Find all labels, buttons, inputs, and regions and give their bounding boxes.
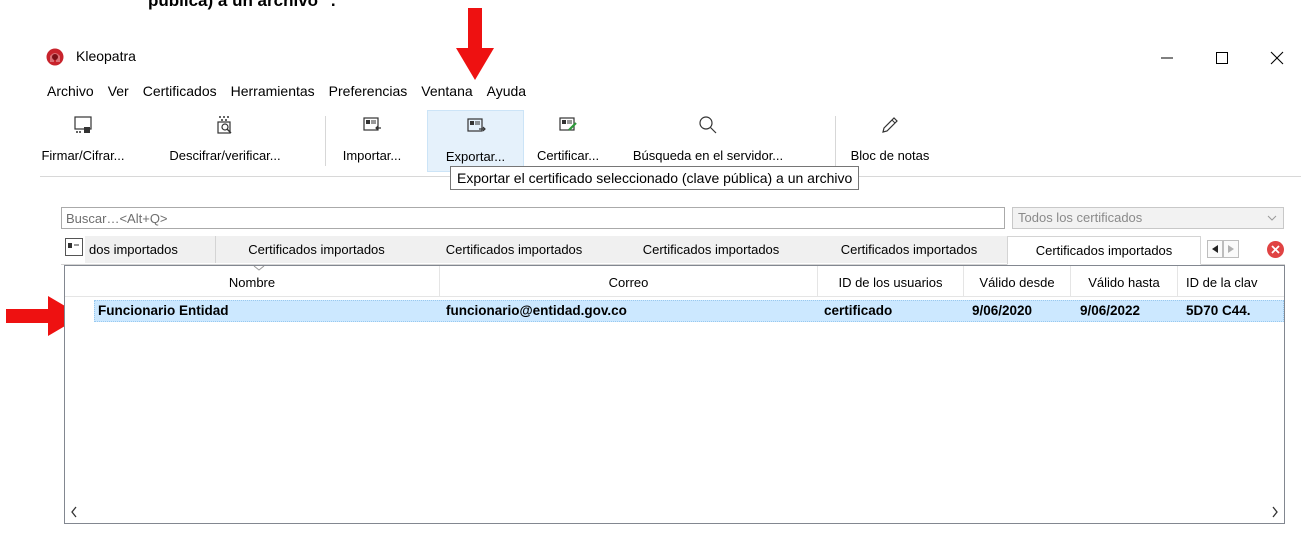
menu-ventana[interactable]: Ventana — [414, 80, 479, 104]
tab-certificados-importados-3[interactable]: Certificados importados — [417, 236, 612, 263]
menu-ver[interactable]: Ver — [101, 80, 136, 104]
window-title: Kleopatra — [76, 48, 136, 64]
chevron-right-icon[interactable] — [1271, 506, 1279, 518]
certificate-filter-select[interactable]: Todos los certificados — [1012, 207, 1284, 229]
sort-indicator-icon — [253, 266, 265, 271]
importar-button[interactable]: Importar... — [332, 110, 412, 174]
exportar-label: Exportar... — [445, 149, 506, 164]
column-header-nombre-label: Nombre — [228, 275, 276, 290]
tab-certificados-importados-4[interactable]: Certificados importados — [611, 236, 812, 263]
certificar-label: Certificar... — [536, 148, 600, 163]
export-tooltip: Exportar el certificado seleccionado (cl… — [450, 166, 860, 190]
menu-preferencias[interactable]: Preferencias — [322, 80, 415, 104]
sign-encrypt-icon — [74, 116, 92, 133]
cell-correo: funcionario@entidad.gov.co — [446, 303, 627, 318]
firmar-cifrar-label: Firmar/Cifrar... — [41, 148, 125, 163]
menu-herramientas[interactable]: Herramientas — [224, 80, 322, 104]
table-row[interactable]: Funcionario Entidad funcionario@entidad.… — [94, 300, 1284, 322]
search-icon — [699, 116, 717, 134]
descifrar-verificar-button[interactable]: Descifrar/verificar... — [130, 110, 320, 174]
close-tab-button[interactable] — [1267, 241, 1284, 258]
minimize-button[interactable] — [1147, 44, 1187, 72]
new-tab-icon — [68, 243, 79, 248]
column-header-correo[interactable]: Correo — [440, 266, 818, 296]
triangle-right-icon — [1228, 245, 1234, 253]
bloc-de-notas-label: Bloc de notas — [850, 148, 930, 163]
cell-valido-desde: 9/06/2020 — [972, 303, 1033, 318]
maximize-icon — [1216, 52, 1228, 64]
pencil-icon — [882, 117, 898, 133]
minimize-icon — [1161, 57, 1173, 59]
export-certificate-icon — [466, 118, 486, 132]
maximize-button[interactable] — [1202, 44, 1242, 72]
cell-valido-hasta: 9/06/2022 — [1080, 303, 1141, 318]
tab-certificados-importados-5[interactable]: Certificados importados — [811, 236, 1008, 263]
new-tab-button[interactable] — [65, 238, 83, 256]
tab-certificados-importados-2[interactable]: Certificados importados — [216, 236, 418, 263]
column-header-id-clave[interactable]: ID de la clav — [1178, 266, 1284, 296]
toolbar-separator — [325, 116, 326, 166]
menu-ayuda[interactable]: Ayuda — [480, 80, 533, 104]
tab-scroll-left-button[interactable] — [1207, 240, 1223, 258]
column-header-id-usuarios[interactable]: ID de los usuarios — [818, 266, 964, 296]
document-heading-fragment: pública) a un archivo ". — [148, 0, 336, 10]
chevron-left-icon[interactable] — [70, 506, 78, 518]
certificate-filter-value: Todos los certificados — [1018, 210, 1143, 225]
column-header-valido-desde[interactable]: Válido desde — [964, 266, 1071, 296]
window-title-bar: Kleopatra — [40, 40, 1301, 74]
certify-icon — [559, 117, 577, 131]
descifrar-verificar-label: Descifrar/verificar... — [169, 148, 281, 163]
chevron-down-icon — [1267, 215, 1277, 221]
importar-label: Importar... — [342, 148, 402, 163]
triangle-left-icon — [1212, 245, 1218, 253]
bloc-de-notas-button[interactable]: Bloc de notas — [835, 110, 945, 174]
column-header-nombre[interactable]: Nombre — [65, 266, 440, 296]
cell-id-usuarios: certificado — [824, 303, 893, 318]
cell-id-clave: 5D70 C44. — [1186, 303, 1251, 318]
tab-scroll-right-button[interactable] — [1223, 240, 1239, 258]
certificar-button[interactable]: Certificar... — [523, 110, 613, 174]
busqueda-servidor-label: Búsqueda en el servidor... — [632, 148, 784, 163]
exportar-button[interactable]: Exportar... — [427, 110, 524, 172]
close-window-button[interactable] — [1257, 44, 1297, 72]
certificate-tab-bar: dos importados Certificados importados C… — [61, 236, 1285, 265]
horizontal-scrollbar[interactable] — [66, 504, 1283, 522]
import-certificate-icon — [363, 117, 381, 131]
menu-certificados[interactable]: Certificados — [136, 80, 224, 104]
tab-certificados-importados-1[interactable]: dos importados — [85, 236, 216, 263]
decrypt-verify-icon — [217, 116, 232, 134]
tab-certificados-importados-active[interactable]: Certificados importados — [1007, 236, 1201, 265]
close-icon — [1271, 245, 1280, 254]
menu-bar: Archivo Ver Certificados Herramientas Pr… — [40, 80, 533, 104]
cell-nombre: Funcionario Entidad — [98, 303, 229, 318]
close-icon — [1270, 51, 1284, 65]
certificate-table: Nombre Correo ID de los usuarios Válido … — [64, 265, 1285, 524]
kleopatra-app-icon — [46, 48, 64, 66]
busqueda-servidor-button[interactable]: Búsqueda en el servidor... — [613, 110, 803, 174]
column-header-valido-hasta[interactable]: Válido hasta — [1071, 266, 1178, 296]
search-input[interactable] — [61, 207, 1005, 229]
menu-archivo[interactable]: Archivo — [40, 80, 101, 104]
firmar-cifrar-button[interactable]: Firmar/Cifrar... — [40, 110, 126, 174]
table-header: Nombre Correo ID de los usuarios Válido … — [65, 266, 1284, 297]
